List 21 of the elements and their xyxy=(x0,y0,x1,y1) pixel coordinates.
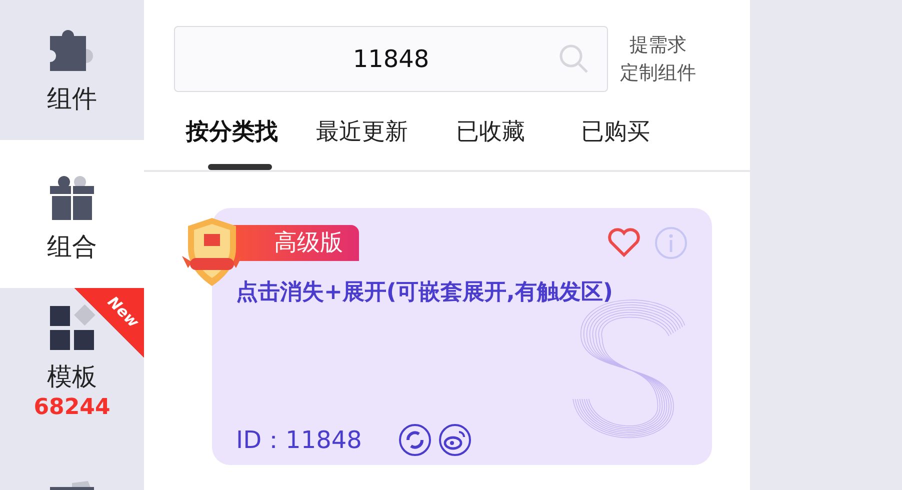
tab[interactable]: 最近更新 xyxy=(316,108,408,170)
item-count: 68244 xyxy=(34,395,110,420)
gift-icon xyxy=(48,174,96,222)
request-custom-link[interactable]: 提需求 定制组件 xyxy=(620,31,696,87)
sidebar-label: 组合 xyxy=(47,231,97,263)
template-id: ID：11848 xyxy=(236,425,362,456)
swirl-icon[interactable] xyxy=(398,423,432,457)
grid-icon xyxy=(48,304,96,352)
template-card[interactable]: 高级版 点击消失+展开(可嵌套展开,有触发区) ID：11848 xyxy=(212,208,712,465)
tab[interactable]: 已购买 xyxy=(581,108,650,170)
sidebar-item[interactable]: 组合 xyxy=(0,140,144,288)
sidebar-label: 组件 xyxy=(47,83,97,115)
tier-tag: 高级版 xyxy=(232,225,359,261)
heart-icon[interactable] xyxy=(607,228,641,258)
sidebar-label: 模板 xyxy=(47,361,97,393)
sidebar-item[interactable]: 组件 xyxy=(0,0,144,140)
search-icon xyxy=(558,43,590,75)
search-field[interactable]: 11848 xyxy=(174,26,608,92)
card-title: 点击消失+展开(可嵌套展开,有触发区) xyxy=(235,279,614,307)
tab[interactable]: 已收藏 xyxy=(456,108,525,170)
tab[interactable]: 按分类找 xyxy=(186,108,278,170)
